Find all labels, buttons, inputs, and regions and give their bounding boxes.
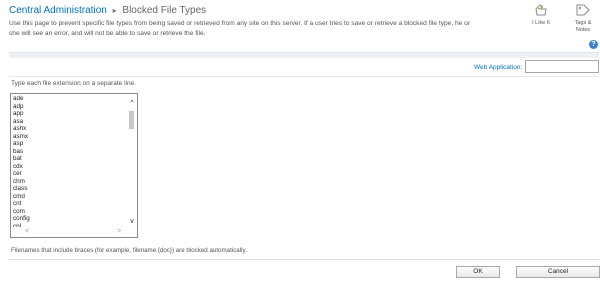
- extension-line: cdx: [13, 162, 23, 170]
- ok-button[interactable]: OK: [456, 266, 500, 278]
- help-icon[interactable]: ?: [589, 40, 598, 49]
- page-title: Blocked File Types: [122, 5, 207, 16]
- extension-line: ade: [13, 95, 24, 102]
- cancel-button[interactable]: Cancel: [516, 266, 600, 278]
- breadcrumb-separator: ▸: [112, 6, 117, 15]
- extension-line: cnt: [13, 200, 22, 207]
- instruction-text: Type each file extension on a separate l…: [11, 80, 137, 87]
- scroll-left-arrow-icon[interactable]: <: [23, 228, 31, 236]
- i-like-it-button[interactable]: I Like It: [528, 3, 554, 27]
- extension-line: ashx: [13, 125, 27, 132]
- thumbs-up-icon: [535, 4, 547, 16]
- web-application-selector[interactable]: [525, 60, 599, 73]
- extension-line: app: [13, 110, 24, 117]
- scroll-thumb[interactable]: [129, 111, 134, 129]
- extension-line: chm: [13, 177, 25, 185]
- tags-notes-label: Tags & Notes: [574, 20, 592, 33]
- page-header: Central Administration ▸ Blocked File Ty…: [9, 5, 206, 16]
- scroll-right-arrow-icon[interactable]: >: [115, 228, 123, 236]
- footer-divider: [9, 259, 599, 260]
- tag-icon: [576, 4, 590, 16]
- extension-line: bas: [13, 147, 24, 155]
- web-application-label: Web Application:: [474, 64, 523, 71]
- extension-line: config: [13, 215, 30, 222]
- extension-line: asp: [13, 140, 24, 147]
- extension-line: bat: [13, 155, 22, 162]
- breadcrumb-central-administration[interactable]: Central Administration: [9, 5, 107, 16]
- tags-notes-button[interactable]: Tags & Notes: [570, 3, 596, 34]
- extension-line: adp: [13, 102, 24, 110]
- extension-list: ade adp app asa ashx asmx asp bas bat cdx cer chm cl…: [13, 95, 125, 237]
- braces-note: Filenames that include braces (for examp…: [11, 247, 247, 254]
- extension-line: cer: [13, 170, 22, 177]
- scroll-up-arrow-icon[interactable]: ^: [128, 100, 136, 108]
- extension-line: asmx: [13, 132, 29, 140]
- horizontal-scrollbar[interactable]: < >: [11, 227, 137, 237]
- extension-line: com: [13, 207, 25, 215]
- extension-line: asa: [13, 117, 24, 125]
- extension-line: cmd: [13, 192, 25, 200]
- i-like-it-label: I Like It: [532, 20, 550, 26]
- page-description: Use this page to prevent specific file t…: [9, 20, 471, 37]
- vertical-scrollbar[interactable]: ^ v: [127, 94, 137, 228]
- scroll-down-arrow-icon[interactable]: v: [128, 218, 136, 226]
- extension-line: class: [13, 185, 28, 192]
- blocked-extensions-textarea[interactable]: ade adp app asa ashx asmx asp bas bat cdx cer chm cl…: [10, 93, 138, 238]
- web-application-row: Web Application:: [9, 58, 599, 77]
